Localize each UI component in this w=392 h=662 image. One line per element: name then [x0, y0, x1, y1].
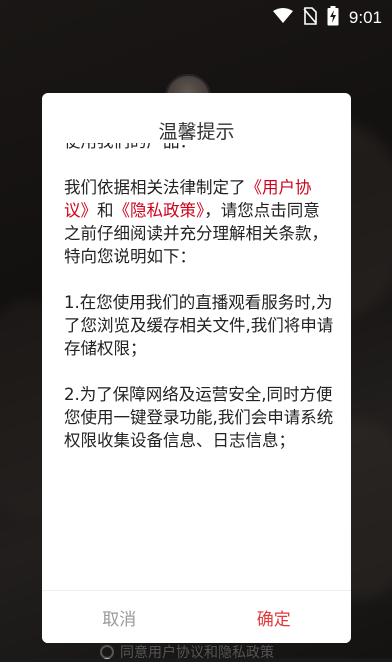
privacy-policy-link[interactable]: 《隐私政策》 [114, 201, 205, 220]
cancel-button[interactable]: 取消 [42, 591, 197, 643]
privacy-dialog: 温馨提示 使用我们的产品： 我们依据相关法律制定了《用户协议》和《隐私政策》，请… [42, 93, 351, 643]
status-bar: 9:01 [0, 0, 392, 36]
dialog-text-cut: 使用我们的产品： [64, 143, 335, 153]
clock: 9:01 [348, 8, 382, 27]
dialog-paragraph-3: 2.为了保障网络及运营安全,同时方便您使用一键登录功能,我们会申请系统权限收集设… [64, 385, 334, 450]
confirm-button[interactable]: 确定 [196, 591, 351, 643]
no-sim-icon [303, 7, 317, 29]
dialog-paragraph-2: 1.在您使用我们的直播观看服务时,为了您浏览及缓存相关文件,我们将申请存储权限； [64, 293, 334, 358]
wifi-icon [272, 8, 293, 28]
dialog-body[interactable]: 使用我们的产品： 我们依据相关法律制定了《用户协议》和《隐私政策》，请您点击同意… [64, 143, 335, 591]
dialog-paragraph-1: 我们依据相关法律制定了《用户协议》和《隐私政策》，请您点击同意之前仔细阅读并充分… [64, 176, 335, 268]
dialog-title: 温馨提示 [158, 121, 235, 143]
paragraph-text: 和 [97, 201, 114, 220]
paragraph-text: 我们依据相关法律制定了 [64, 178, 246, 197]
dialog-actions: 取消 确定 [42, 590, 351, 643]
battery-charging-icon [327, 6, 339, 30]
